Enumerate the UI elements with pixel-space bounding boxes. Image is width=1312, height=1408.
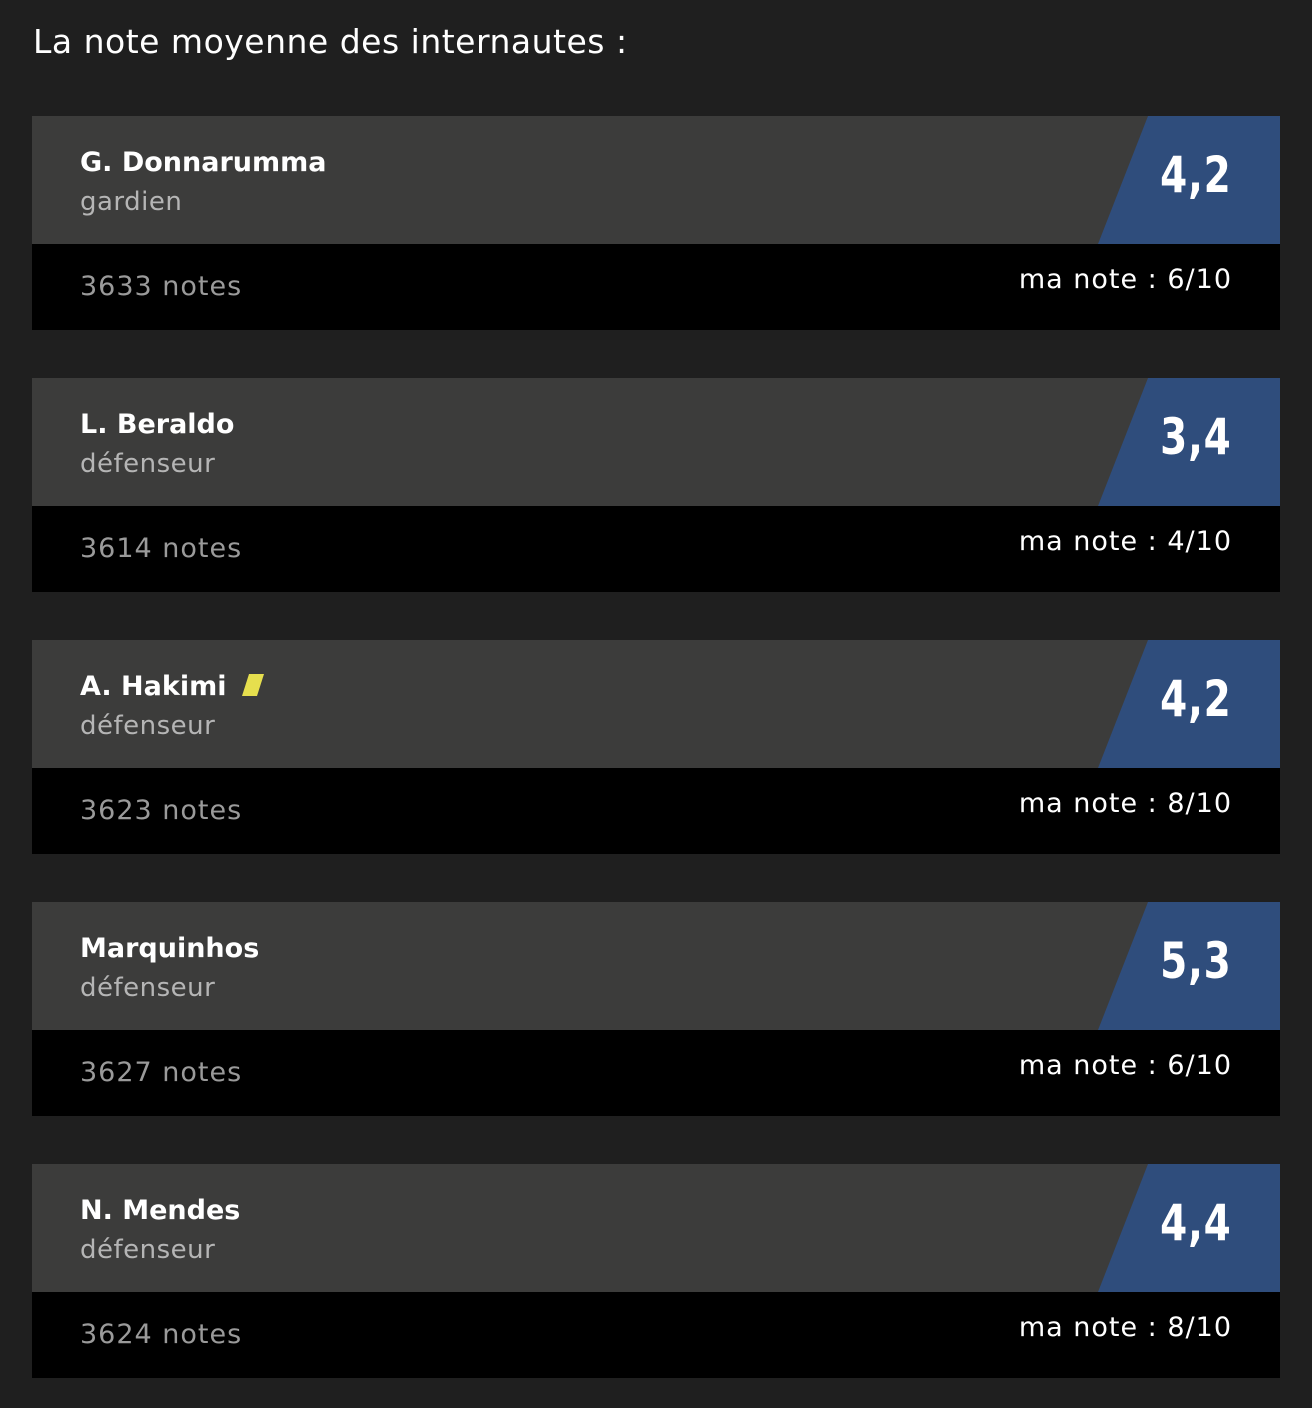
my-rating-value: 8/10 [1167, 1312, 1232, 1343]
player-role: défenseur [80, 711, 216, 741]
player-name: Marquinhos [80, 933, 260, 964]
my-rating[interactable]: ma note : 4/10 [1019, 526, 1232, 557]
my-rating-value: 6/10 [1167, 264, 1232, 295]
player-card-header: N. Mendes défenseur 4,4 [32, 1164, 1280, 1292]
player-card[interactable]: Marquinhos défenseur 5,3 3627 notes ma n… [32, 902, 1280, 1116]
my-rating-label: ma note : [1018, 264, 1168, 295]
player-card-header: Marquinhos défenseur 5,3 [32, 902, 1280, 1030]
my-rating[interactable]: ma note : 8/10 [1019, 1312, 1232, 1343]
my-rating-label: ma note : [1018, 526, 1168, 557]
vote-count: 3623 notes [80, 795, 243, 826]
my-rating-value: 4/10 [1167, 526, 1232, 557]
player-card[interactable]: L. Beraldo défenseur 3,4 3614 notes ma n… [32, 378, 1280, 592]
player-card-header: G. Donnarumma gardien 4,2 [32, 116, 1280, 244]
player-name: N. Mendes [80, 1195, 241, 1226]
player-card-footer: 3633 notes ma note : 6/10 [32, 244, 1280, 330]
player-card[interactable]: N. Mendes défenseur 4,4 3624 notes ma no… [32, 1164, 1280, 1378]
average-rating: 5,3 [1160, 932, 1232, 990]
player-card-header: A. Hakimi défenseur 4,2 [32, 640, 1280, 768]
my-rating[interactable]: ma note : 6/10 [1019, 1050, 1232, 1081]
average-rating: 4,4 [1160, 1194, 1232, 1252]
my-rating[interactable]: ma note : 8/10 [1019, 788, 1232, 819]
average-rating: 4,2 [1160, 146, 1232, 204]
my-rating-label: ma note : [1018, 1312, 1168, 1343]
player-card-footer: 3624 notes ma note : 8/10 [32, 1292, 1280, 1378]
vote-count: 3614 notes [80, 533, 243, 564]
player-role: défenseur [80, 1235, 216, 1265]
player-card-header: L. Beraldo défenseur 3,4 [32, 378, 1280, 506]
vote-count: 3624 notes [80, 1319, 243, 1350]
my-rating-value: 6/10 [1167, 1050, 1232, 1081]
my-rating-label: ma note : [1018, 788, 1168, 819]
player-card-footer: 3627 notes ma note : 6/10 [32, 1030, 1280, 1116]
average-rating: 4,2 [1160, 670, 1232, 728]
player-card-footer: 3614 notes ma note : 4/10 [32, 506, 1280, 592]
player-card[interactable]: A. Hakimi défenseur 4,2 3623 notes ma no… [32, 640, 1280, 854]
player-role: défenseur [80, 973, 216, 1003]
my-rating-value: 8/10 [1167, 788, 1232, 819]
vote-count: 3627 notes [80, 1057, 243, 1088]
my-rating-label: ma note : [1018, 1050, 1168, 1081]
player-name: L. Beraldo [80, 409, 235, 440]
average-rating: 3,4 [1160, 408, 1232, 466]
player-name: A. Hakimi [80, 671, 227, 702]
player-role: défenseur [80, 449, 216, 479]
player-role: gardien [80, 187, 183, 217]
player-card-footer: 3623 notes ma note : 8/10 [32, 768, 1280, 854]
yellow-card-icon [242, 674, 265, 696]
player-name: G. Donnarumma [80, 147, 327, 178]
page-heading: La note moyenne des internautes : [33, 22, 628, 61]
player-card[interactable]: G. Donnarumma gardien 4,2 3633 notes ma … [32, 116, 1280, 330]
my-rating[interactable]: ma note : 6/10 [1019, 264, 1232, 295]
player-name-row: A. Hakimi [80, 671, 265, 702]
vote-count: 3633 notes [80, 271, 243, 302]
